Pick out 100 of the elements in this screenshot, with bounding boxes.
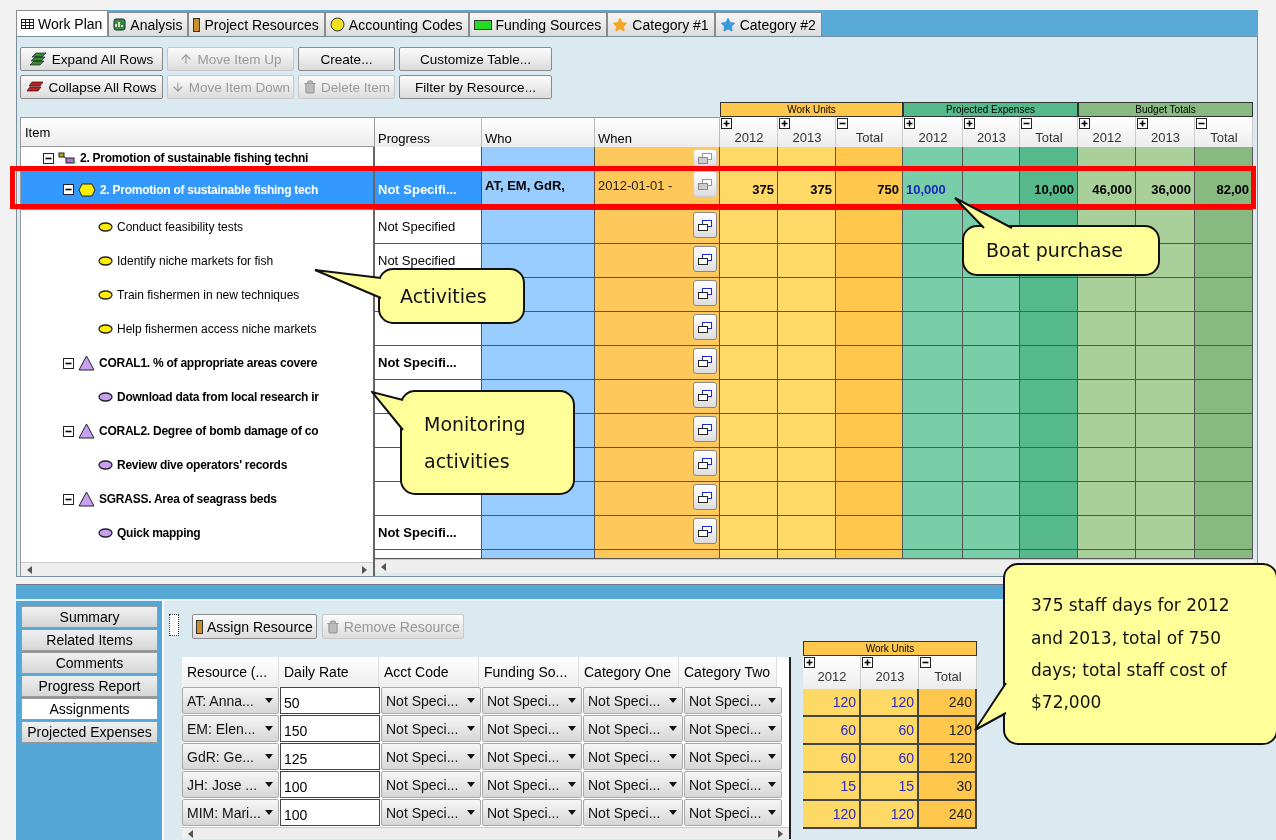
dropdown[interactable]: Not Speci... bbox=[482, 715, 582, 742]
dropdown[interactable]: GdR: Ge... bbox=[182, 743, 279, 770]
column-header: Who bbox=[482, 117, 595, 147]
callout-tooltip: Monitoring activities bbox=[371, 390, 575, 495]
dropdown[interactable]: Not Speci... bbox=[684, 715, 782, 742]
progress-cell: Not Specifi... bbox=[375, 346, 482, 380]
progress-cell: Not Specifi... bbox=[375, 516, 482, 550]
callout-tooltip: Activities bbox=[314, 268, 525, 324]
column-header: Total bbox=[1020, 117, 1078, 147]
table-cell: 60 bbox=[803, 717, 861, 745]
table-cell: 60 bbox=[861, 717, 919, 745]
table-cell: 15 bbox=[803, 773, 861, 801]
tree-item[interactable]: Review dive operators' records bbox=[21, 448, 373, 482]
table-cell: 15 bbox=[861, 773, 919, 801]
group-header: Work Units bbox=[720, 102, 903, 117]
toolbar-button[interactable]: Collapse All Rows bbox=[20, 75, 163, 99]
dropdown[interactable]: JH: Jose ... bbox=[182, 771, 279, 798]
table-cell: 60 bbox=[861, 745, 919, 773]
dropdown[interactable]: EM: Elen... bbox=[182, 715, 279, 742]
column-header: Item bbox=[20, 117, 375, 147]
dropdown[interactable]: Not Speci... bbox=[381, 743, 481, 770]
dropdown[interactable]: Not Speci... bbox=[381, 799, 481, 826]
column-header: 2012 bbox=[903, 117, 963, 147]
column-header: Total bbox=[836, 117, 903, 147]
tab[interactable]: Progress Report bbox=[21, 675, 158, 697]
toolbar-button[interactable]: Assign Resource bbox=[192, 614, 317, 639]
dropdown[interactable]: Not Speci... bbox=[482, 687, 582, 714]
column-header: 2013 bbox=[861, 656, 919, 689]
tree-item[interactable]: Conduct feasibility tests bbox=[21, 210, 373, 244]
tab[interactable]: Category #2 bbox=[714, 12, 822, 36]
toolbar-button[interactable]: Customize Table... bbox=[399, 47, 552, 71]
table-cell: 120 bbox=[803, 689, 861, 717]
column-header: Progress bbox=[375, 117, 482, 147]
dropdown[interactable]: Not Speci... bbox=[583, 715, 683, 742]
table-cell: 60 bbox=[803, 745, 861, 773]
column-header: Category One bbox=[579, 657, 679, 687]
column-header: 2013 bbox=[963, 117, 1020, 147]
table-cell: 120 bbox=[861, 801, 919, 829]
group-header: Budget Totals bbox=[1078, 102, 1253, 117]
tab[interactable]: Accounting Codes bbox=[324, 12, 469, 36]
rate-field[interactable]: 125 bbox=[280, 743, 380, 770]
column-header: 2012 bbox=[720, 117, 778, 147]
column-header: Total bbox=[1195, 117, 1253, 147]
table-cell: 30 bbox=[919, 773, 977, 801]
progress-cell: Not Specified bbox=[375, 210, 482, 244]
rate-field[interactable]: 50 bbox=[280, 687, 380, 714]
rate-field[interactable]: 150 bbox=[280, 715, 380, 742]
tree-item[interactable]: 2. Promotion of sustainable fishing techni bbox=[21, 147, 373, 169]
column-header: 2012 bbox=[1078, 117, 1136, 147]
tab[interactable]: Comments bbox=[21, 652, 158, 674]
dropdown[interactable]: Not Speci... bbox=[583, 799, 683, 826]
column-header: 2013 bbox=[1136, 117, 1195, 147]
dropdown[interactable]: Not Speci... bbox=[684, 743, 782, 770]
dropdown[interactable]: Not Speci... bbox=[381, 771, 481, 798]
dropdown[interactable]: Not Speci... bbox=[381, 687, 481, 714]
tab[interactable]: Category #1 bbox=[607, 12, 715, 36]
table-cell: 240 bbox=[919, 801, 977, 829]
tab[interactable]: Assignments bbox=[21, 698, 158, 720]
column-header: Category Two bbox=[679, 657, 777, 687]
tab[interactable]: Projected Expenses bbox=[21, 721, 158, 743]
dropdown[interactable]: Not Speci... bbox=[684, 687, 782, 714]
toolbar-button[interactable]: Create... bbox=[298, 47, 395, 71]
dropdown[interactable]: Not Speci... bbox=[482, 771, 582, 798]
toolbar-button[interactable]: Expand All Rows bbox=[20, 47, 163, 71]
toolbar-button[interactable]: Filter by Resource... bbox=[399, 75, 552, 99]
tab[interactable]: Funding Sources bbox=[468, 12, 608, 36]
dropdown[interactable]: Not Speci... bbox=[583, 687, 683, 714]
tab[interactable]: Related Items bbox=[21, 629, 158, 651]
tree-item[interactable]: SGRASS. Area of seagrass beds bbox=[21, 482, 373, 516]
callout-tooltip: 375 staff days for 2012 and 2013, total of 750 days; total staff cost of $72,000 bbox=[974, 563, 1276, 745]
rate-field[interactable]: 100 bbox=[280, 799, 380, 826]
column-header: 2012 bbox=[803, 656, 861, 689]
dropdown[interactable]: Not Speci... bbox=[684, 771, 782, 798]
column-header: Funding So... bbox=[479, 657, 579, 687]
tree-item[interactable]: CORAL2. Degree of bomb damage of co bbox=[21, 414, 373, 448]
dropdown[interactable]: Not Speci... bbox=[482, 743, 582, 770]
group-header: Work Units bbox=[803, 641, 977, 656]
table-cell: 120 bbox=[919, 717, 977, 745]
dropdown[interactable]: AT: Anna... bbox=[182, 687, 279, 714]
table-cell: 120 bbox=[919, 745, 977, 773]
dropdown[interactable]: Not Speci... bbox=[583, 743, 683, 770]
tree-item[interactable]: CORAL1. % of appropriate areas covere bbox=[21, 346, 373, 380]
tree-item[interactable]: Download data from local research ir bbox=[21, 380, 373, 414]
column-header: Acct Code bbox=[379, 657, 479, 687]
column-header: When bbox=[595, 117, 720, 147]
dropdown[interactable]: Not Speci... bbox=[482, 799, 582, 826]
tab[interactable]: Summary bbox=[21, 606, 158, 628]
dropdown[interactable]: Not Speci... bbox=[583, 771, 683, 798]
group-header: Projected Expenses bbox=[903, 102, 1078, 117]
column-header: Daily Rate bbox=[279, 657, 379, 687]
table-cell: 120 bbox=[861, 689, 919, 717]
dropdown[interactable]: Not Speci... bbox=[684, 799, 782, 826]
dropdown[interactable]: Not Speci... bbox=[381, 715, 481, 742]
rate-field[interactable]: 100 bbox=[280, 771, 380, 798]
table-cell: 120 bbox=[803, 801, 861, 829]
tree-item[interactable]: Quick mapping bbox=[21, 516, 373, 550]
tab[interactable]: Project Resources bbox=[188, 12, 325, 36]
dropdown[interactable]: MIM: Mari... bbox=[182, 799, 279, 826]
tab[interactable]: Work Plan bbox=[16, 10, 109, 36]
tab[interactable]: Analysis bbox=[108, 12, 189, 36]
